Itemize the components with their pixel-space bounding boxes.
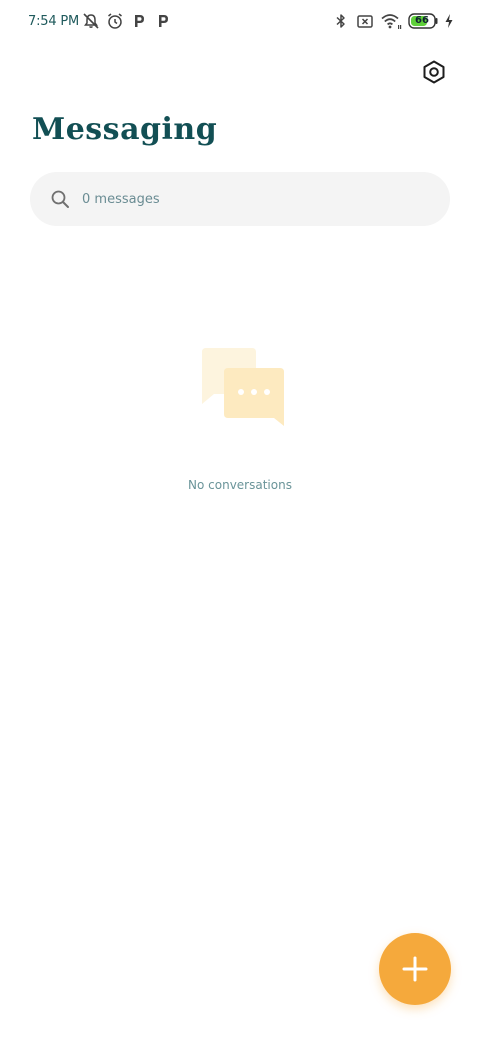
battery-icon: 66 xyxy=(408,13,438,29)
page-title: Messaging xyxy=(32,112,218,147)
mute-notifications-icon xyxy=(82,12,100,30)
bluetooth-icon xyxy=(332,12,350,30)
status-right-icons: 66 xyxy=(332,12,454,30)
search-icon xyxy=(50,189,70,209)
alarm-icon xyxy=(106,12,124,30)
plus-icon xyxy=(401,955,429,983)
parking-app-icon xyxy=(130,12,148,30)
status-bar: 7:54 PM 66 xyxy=(0,0,480,44)
wifi-icon xyxy=(380,12,402,30)
search-bar[interactable]: 0 messages xyxy=(30,172,450,226)
empty-state-message: No conversations xyxy=(188,478,292,492)
chat-bubbles-icon xyxy=(194,346,286,430)
status-time: 7:54 PM xyxy=(28,14,79,29)
settings-button[interactable] xyxy=(418,56,450,88)
charging-icon xyxy=(444,12,454,30)
search-placeholder: 0 messages xyxy=(82,191,160,207)
parking-app-icon xyxy=(154,12,172,30)
new-conversation-button[interactable] xyxy=(379,933,451,1005)
status-left-icons xyxy=(82,12,172,30)
battery-level: 66 xyxy=(415,15,429,26)
no-sim-icon xyxy=(356,12,374,30)
empty-state: No conversations xyxy=(0,346,480,492)
settings-hex-icon xyxy=(421,59,447,85)
